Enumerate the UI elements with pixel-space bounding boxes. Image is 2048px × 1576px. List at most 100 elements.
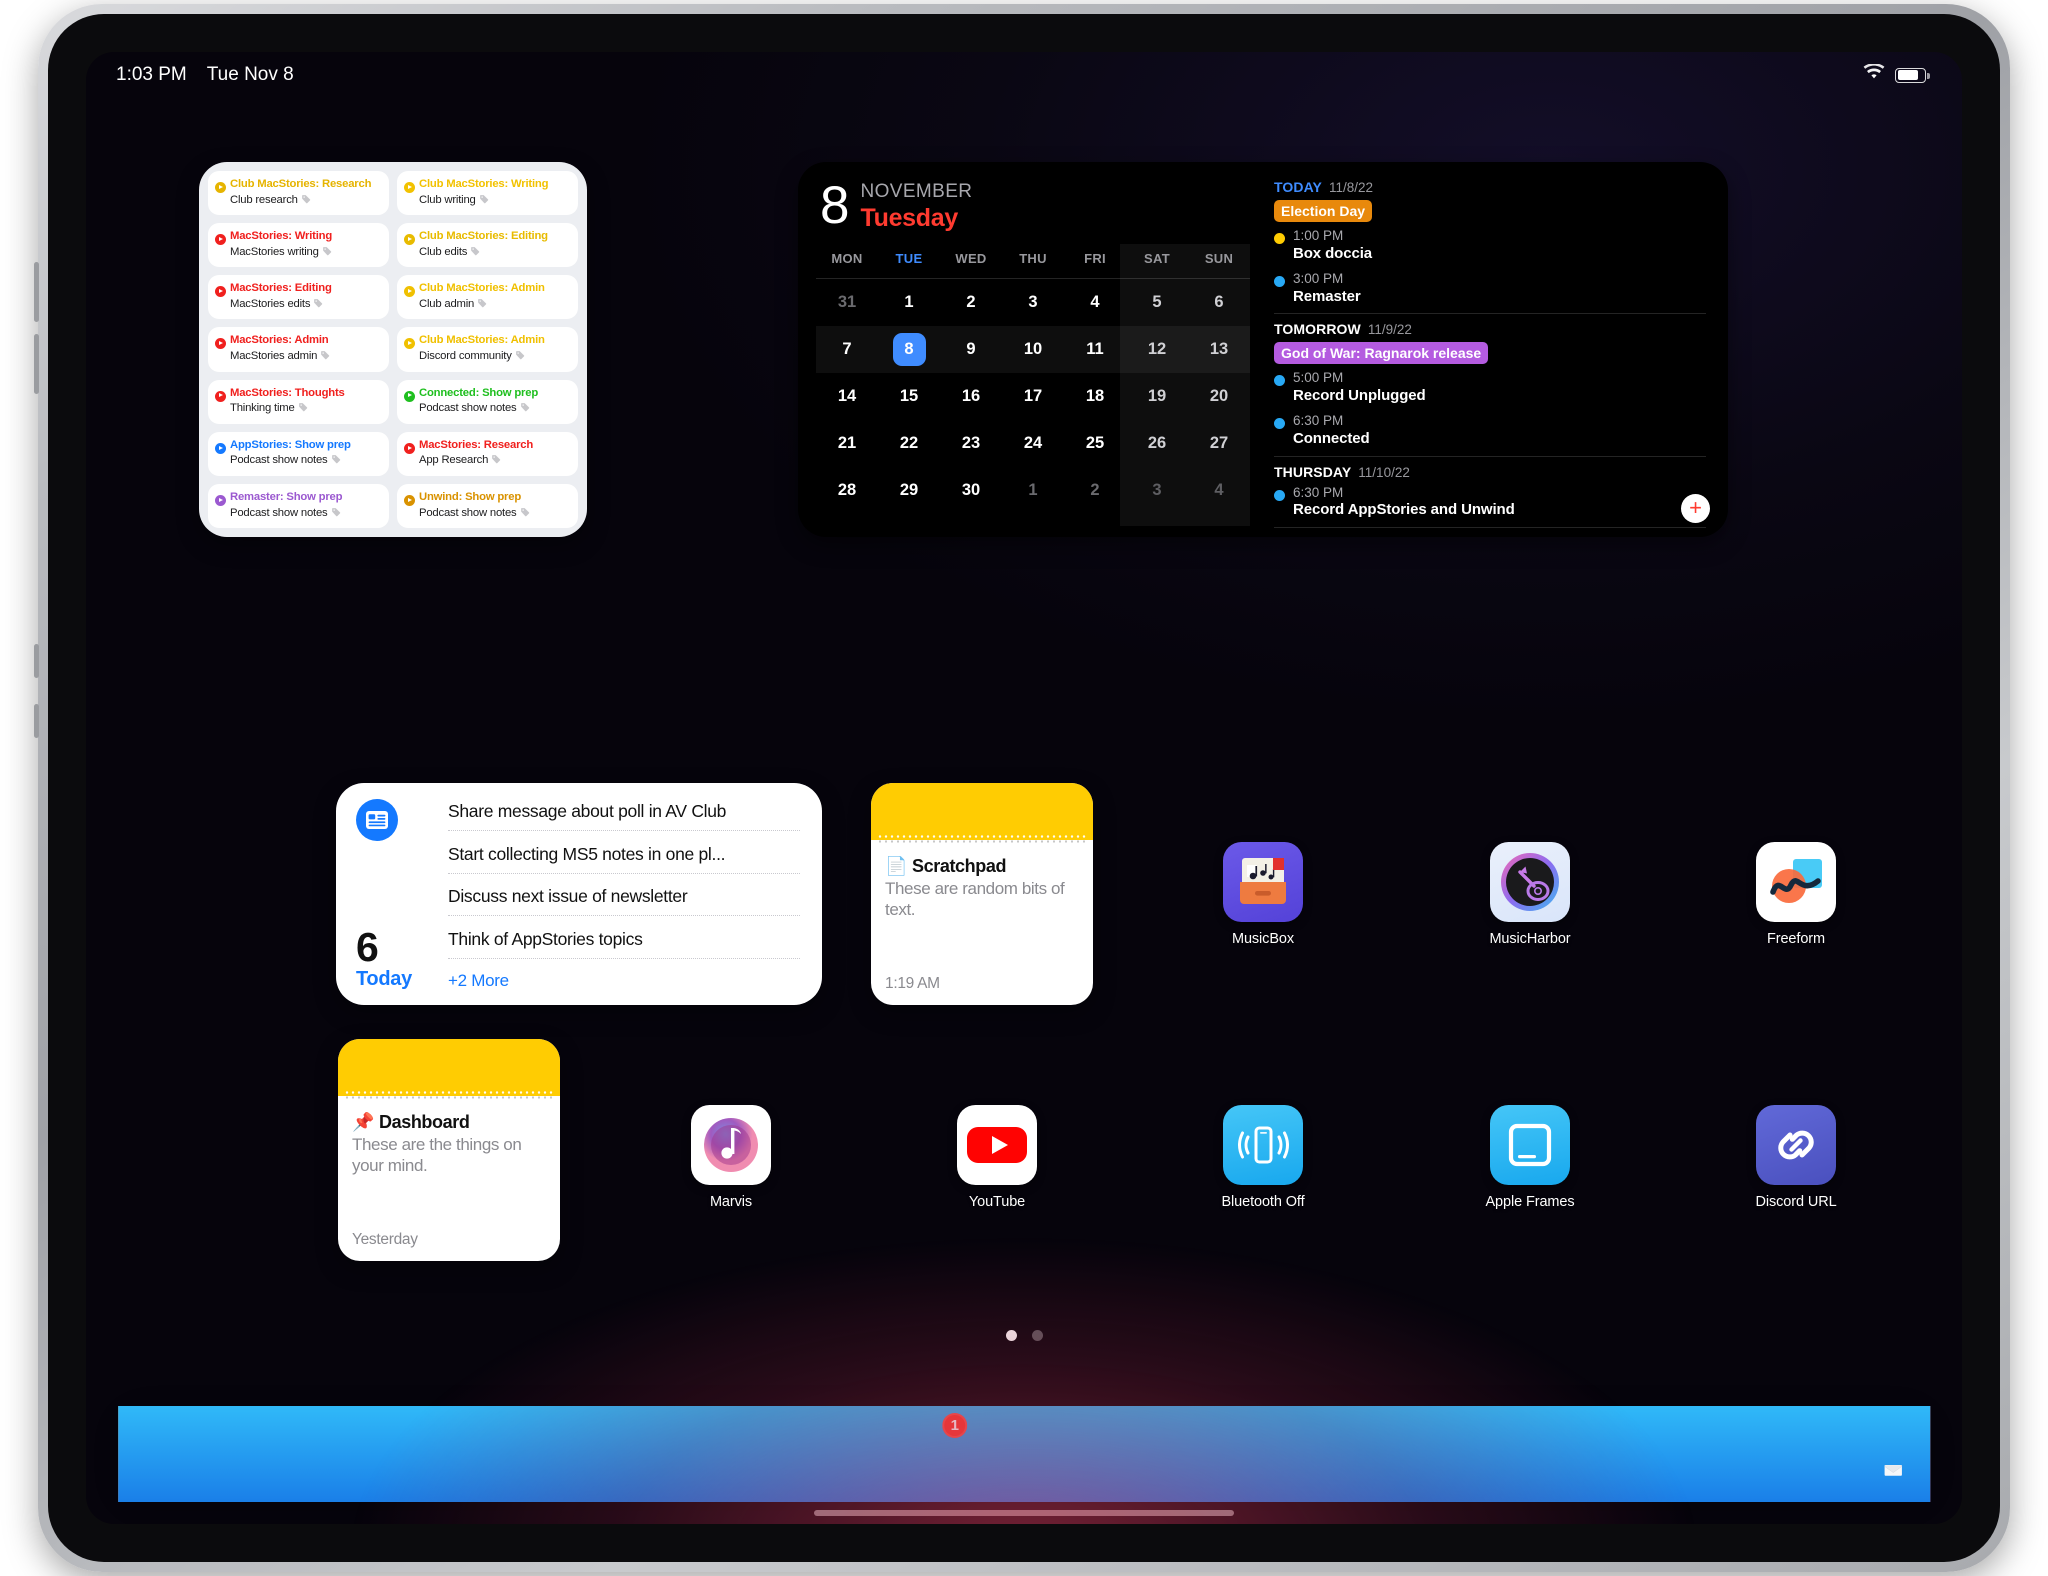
event-row[interactable]: 6:30 PM Connected [1274,413,1706,449]
calendar-day-13[interactable]: 13 [1188,326,1250,373]
event-row[interactable]: 6:30 PM Record AppStories and Unwind [1274,485,1706,521]
reminders-more-link[interactable]: +2 More [448,971,800,991]
timer-cell[interactable]: MacStories: Thoughts Thinking time [208,379,389,424]
calendar-day-3[interactable]: 3 [1126,467,1188,514]
freeform-icon[interactable] [1756,842,1836,922]
page-dot-1[interactable] [1005,1330,1017,1341]
play-icon[interactable] [215,234,226,246]
recent-apps-stack[interactable] [118,1406,1930,1502]
timer-cell[interactable]: MacStories: Research App Research [397,431,578,476]
timer-cell[interactable]: Club MacStories: Research Club research [208,171,389,216]
timer-cell[interactable]: Unwind: Show prep Podcast show notes [397,483,578,528]
calendar-day-15[interactable]: 15 [878,373,940,420]
play-icon[interactable] [215,286,226,298]
scratchpad-note-widget[interactable]: 📄 Scratchpad These are random bits of te… [871,783,1093,1005]
calendar-day-19[interactable]: 19 [1126,373,1188,420]
calendar-day-18[interactable]: 18 [1064,373,1126,420]
timer-cell[interactable]: MacStories: Editing MacStories edits [208,275,389,320]
calendar-day-3[interactable]: 3 [1002,279,1064,326]
calendar-day-4[interactable]: 4 [1188,467,1250,514]
home-indicator[interactable] [814,1510,1234,1516]
play-icon[interactable] [404,182,415,193]
calendar-day-29[interactable]: 29 [878,467,940,514]
calendar-today-pill[interactable]: 8 [892,332,926,366]
play-icon[interactable] [404,234,415,246]
page-dot-2[interactable] [1031,1330,1043,1341]
timer-cell[interactable]: Remaster: Show prep Podcast show notes [208,483,389,528]
calendar-day-2[interactable]: 2 [940,279,1002,326]
calendar-weeks[interactable]: 31 1 2 3 4 5 6 7 8 9 10 11 12 13 14 15 16 17 18 19 20 21 22 23 2… [816,279,1250,514]
calendar-day-23[interactable]: 23 [940,420,1002,467]
calendar-day-31[interactable]: 31 [816,279,878,326]
event-row[interactable]: 1:00 PM Box doccia [1274,228,1706,264]
discord-url-icon[interactable] [1756,1105,1836,1185]
calendar-day-27[interactable]: 27 [1188,420,1250,467]
reminder-item[interactable]: Start collecting MS5 notes in one pl... [448,844,800,874]
reminder-item[interactable]: Think of AppStories topics [448,929,800,959]
play-icon[interactable] [215,442,226,454]
bluetooth-off-icon[interactable] [1223,1105,1303,1185]
play-icon[interactable] [215,338,226,350]
calendar-day-8[interactable]: 8 [878,326,940,373]
calendar-day-4[interactable]: 4 [1064,279,1126,326]
play-icon[interactable] [404,442,415,454]
volume-up-button[interactable] [34,262,39,322]
calendar-day-16[interactable]: 16 [940,373,1002,420]
reminders-items[interactable]: Share message about poll in AV Club Start… [448,799,800,991]
event-row[interactable]: 3:00 PM Remaster [1274,271,1706,307]
musicbox-icon[interactable] [1223,842,1303,922]
calendar-day-25[interactable]: 25 [1064,420,1126,467]
calendar-day-2[interactable]: 2 [1064,467,1126,514]
youtube-icon[interactable] [957,1105,1037,1185]
play-icon[interactable] [404,338,415,350]
calendar-day-21[interactable]: 21 [816,420,878,467]
add-event-button[interactable]: + [1681,494,1710,523]
event-row[interactable]: 5:00 PM Record Unplugged [1274,370,1706,406]
play-icon[interactable] [215,182,226,193]
calendar-day-14[interactable]: 14 [816,373,878,420]
reminder-item[interactable]: Discuss next issue of newsletter [448,886,800,916]
calendar-day-6[interactable]: 6 [1188,279,1250,326]
calendar-day-10[interactable]: 10 [1002,326,1064,373]
play-icon[interactable] [215,494,226,506]
timer-cell[interactable]: Club MacStories: Writing Club writing [397,171,578,216]
timer-cell[interactable]: Club MacStories: Admin Discord community [397,327,578,372]
calendar-day-24[interactable]: 24 [1002,420,1064,467]
timery-shortcuts-widget[interactable]: Club MacStories: Research Club research Cl… [199,162,587,537]
calendar-events-pane[interactable]: TODAY 11/8/22 Election Day 1:00 PM Box docci… [1254,162,1728,537]
calendar-day-12[interactable]: 12 [1126,326,1188,373]
marvis-icon[interactable] [691,1105,771,1185]
calendar-day-1[interactable]: 1 [878,279,940,326]
page-indicator-dots[interactable] [86,1330,1962,1341]
calendar-day-22[interactable]: 22 [878,420,940,467]
all-day-event[interactable]: God of War: Ragnarok release [1274,342,1489,365]
calendar-day-30[interactable]: 30 [940,467,1002,514]
play-icon[interactable] [404,286,415,298]
reminder-item[interactable]: Share message about poll in AV Club [448,801,800,831]
calendar-widget[interactable]: 8 NOVEMBER Tuesday MON TUE WED THU FRI SAT SUN… [798,162,1728,537]
calendar-day-26[interactable]: 26 [1126,420,1188,467]
dock[interactable]: 1 [118,1406,1930,1502]
calendar-day-11[interactable]: 11 [1064,326,1126,373]
play-icon[interactable] [404,494,415,506]
timer-cell[interactable]: Club MacStories: Editing Club edits [397,223,578,268]
timer-cell[interactable]: Connected: Show prep Podcast show notes [397,379,578,424]
calendar-day-20[interactable]: 20 [1188,373,1250,420]
calendar-day-1[interactable]: 1 [1002,467,1064,514]
calendar-day-5[interactable]: 5 [1126,279,1188,326]
play-icon[interactable] [215,390,226,402]
all-day-event[interactable]: Election Day [1274,200,1373,222]
timer-cell[interactable]: MacStories: Admin MacStories admin [208,327,389,372]
play-icon[interactable] [404,390,415,402]
volume-down-button[interactable] [34,334,39,394]
musicharbor-icon[interactable] [1490,842,1570,922]
dashboard-note-widget[interactable]: 📌 Dashboard These are the things on your… [338,1039,560,1261]
timer-cell[interactable]: Club MacStories: Admin Club admin [397,275,578,320]
timer-cell[interactable]: AppStories: Show prep Podcast show notes [208,431,389,476]
calendar-grid[interactable]: MON TUE WED THU FRI SAT SUN 31 1 2 3 4 5 6 7 8 9 10 11 12 1… [816,243,1250,526]
timer-cell[interactable]: MacStories: Writing MacStories writing [208,223,389,268]
reminders-widget[interactable]: 6 Today Share message about poll in AV C… [336,783,822,1005]
calendar-day-28[interactable]: 28 [816,467,878,514]
calendar-day-9[interactable]: 9 [940,326,1002,373]
calendar-day-7[interactable]: 7 [816,326,878,373]
